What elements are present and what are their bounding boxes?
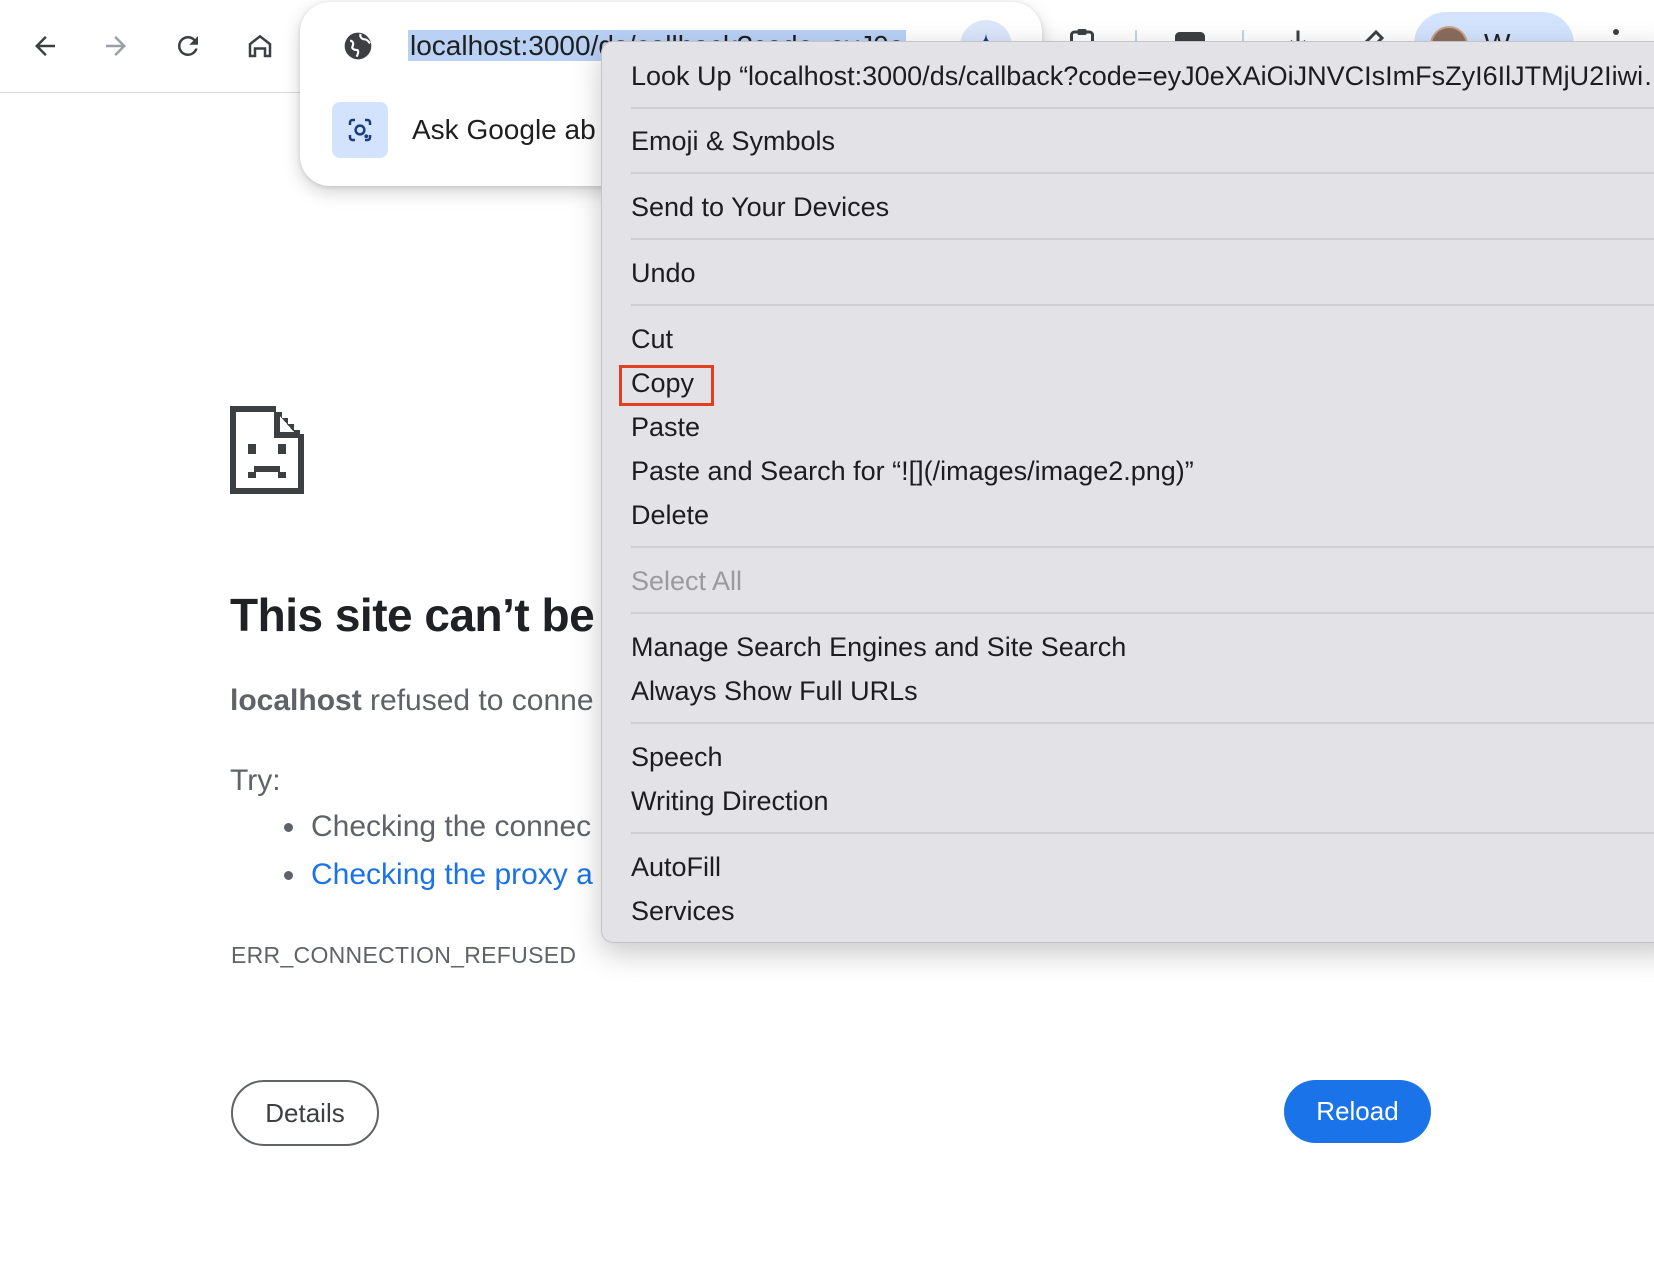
menu-separator [631,546,1654,548]
reload-button[interactable] [160,18,216,74]
menu-separator [631,107,1654,109]
bullet [284,870,293,880]
menu-separator [631,722,1654,724]
menu-separator [631,304,1654,306]
google-lens-button[interactable] [332,102,388,158]
arrow-right-icon [106,36,126,56]
menu-separator [631,832,1654,834]
globe-icon[interactable] [342,30,374,62]
error-host: localhost [230,684,362,717]
menu-item-delete[interactable]: Delete [631,497,709,533]
bullet [284,822,293,832]
forward-button[interactable] [88,18,144,74]
menu-item-cut[interactable]: Cut [631,321,673,357]
menu-item-undo[interactable]: Undo [631,255,696,291]
reload-page-button[interactable]: Reload [1284,1080,1431,1143]
menu-item-send-to-devices[interactable]: Send to Your Devices [631,189,889,225]
back-button[interactable] [17,18,73,74]
context-menu: Look Up “localhost:3000/ds/callback?code… [601,41,1654,943]
reload-icon [177,35,198,56]
menu-item-speech[interactable]: Speech [631,739,723,775]
menu-item-paste-and-search[interactable]: Paste and Search for “![](/images/image2… [631,453,1194,489]
menu-item-always-show-full-urls[interactable]: Always Show Full URLs [631,673,918,709]
error-title: This site can’t be r [230,589,624,641]
suggestion-link-item[interactable]: Checking the proxy a [284,858,593,892]
menu-item-emoji-symbols[interactable]: Emoji & Symbols [631,123,835,159]
omnibox-suggestion[interactable]: Ask Google ab [412,112,596,148]
sad-page-icon [230,406,304,494]
menu-item-writing-direction[interactable]: Writing Direction [631,783,829,819]
home-button[interactable] [232,18,288,74]
menu-item-select-all: Select All [631,566,743,596]
menu-item-paste[interactable]: Paste [631,409,700,445]
copy-highlight-box [619,365,714,406]
menu-item-manage-search-engines[interactable]: Manage Search Engines and Site Search [631,629,1126,665]
browser-window: W... localhost:3000/ds/callback?code=eyJ… [0,0,1654,1272]
menu-separator [631,172,1654,174]
arrow-left-icon [35,36,55,56]
home-icon [248,34,272,58]
menu-separator [631,612,1654,614]
proxy-firewall-link[interactable]: Checking the proxy a [311,858,593,892]
try-label: Try: [230,764,281,797]
error-description: localhost refused to conne [230,684,594,718]
suggestion-text: Checking the connec [311,810,592,843]
error-code: ERR_CONNECTION_REFUSED [231,942,577,968]
menu-item-services[interactable]: Services [631,893,735,929]
details-button[interactable]: Details [231,1080,379,1146]
suggestion-item: Checking the connec [284,810,591,844]
menu-separator [631,238,1654,240]
menu-item-look-up[interactable]: Look Up “localhost:3000/ds/callback?code… [631,58,1654,94]
error-description-text: refused to conne [361,684,594,717]
google-lens-icon [348,118,372,142]
menu-item-autofill[interactable]: AutoFill [631,849,721,885]
